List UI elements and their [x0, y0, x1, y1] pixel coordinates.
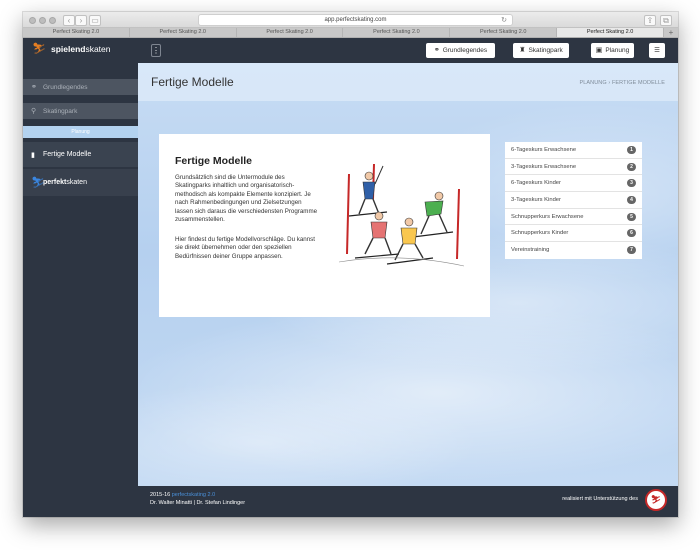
browser-tab[interactable]: Perfect Skating 2.0 [450, 28, 558, 37]
sidebar-item-label: Fertige Modelle [43, 151, 92, 158]
card-title: Fertige Modelle [175, 155, 253, 167]
figure-icon: ♜ [519, 47, 526, 54]
forward-icon[interactable]: › [75, 15, 87, 26]
nav-label: Grundlegendes [442, 47, 488, 54]
sidebar-item-grundlegendes[interactable]: ⚭ Grundlegendes [23, 79, 138, 95]
skater-blue-icon: ⛷ [31, 177, 45, 189]
list-item-label: 6-Tageskurs Kinder [511, 180, 561, 187]
url-bar[interactable]: app.perfectskating.com ↻ [198, 14, 513, 26]
sidebar-toggle-icon[interactable]: ▭ [89, 15, 101, 26]
card-paragraph: Hier findest du fertige Modellvorschläge… [175, 236, 315, 260]
sidebar-item-planung[interactable]: Planung [23, 126, 138, 138]
main-content: Fertige Modelle PLANUNG › FERTIGE MODELL… [138, 63, 678, 486]
reload-icon[interactable]: ↻ [501, 15, 507, 26]
brand-logo[interactable]: ⛷ spielend skaten [23, 38, 138, 59]
sidebar-item-skatingpark[interactable]: ⚲ Skatingpark [23, 103, 138, 119]
minimize-window-icon[interactable] [39, 17, 46, 24]
share-icon[interactable]: ⇪ [644, 15, 656, 26]
footer: 2015-16 perfectskating 2.0 Dr. Walter Mi… [138, 486, 678, 517]
browser-tab-active[interactable]: Perfect Skating 2.0 [557, 28, 664, 37]
list-item[interactable]: Vereinstraining 7 [505, 242, 642, 259]
tab-bar: Perfect Skating 2.0 Perfect Skating 2.0 … [23, 28, 678, 38]
browser-tab[interactable]: Perfect Skating 2.0 [23, 28, 130, 37]
back-icon[interactable]: ‹ [63, 15, 75, 26]
count-badge: 3 [627, 179, 636, 188]
sidebar: ⛷ spielend skaten ⚭ Grundlegendes ⚲ Skati… [23, 38, 138, 517]
card-paragraph: Grundsätzlich sind die Untermodule des S… [175, 174, 318, 224]
nav-planung-button[interactable]: ▣ Planung [591, 43, 634, 58]
perfekt-rest: skaten [66, 179, 87, 186]
count-badge: 5 [627, 212, 636, 221]
top-navbar: ⋮ ⚭ Grundlegendes ♜ Skatingpark ▣ Planung ☰ [138, 38, 678, 63]
footer-year: 2015-16 [150, 492, 171, 498]
count-badge: 2 [627, 162, 636, 171]
nav-label: Skatingpark [528, 47, 563, 54]
brand-bold: spielend [50, 43, 86, 54]
book-icon: ▮ [31, 151, 35, 159]
sidebar-item-label: Skatingpark [43, 107, 78, 115]
skater-logo-icon: ⛷ [32, 43, 46, 55]
maximize-window-icon[interactable] [49, 17, 56, 24]
count-badge: 1 [627, 146, 636, 154]
count-badge: 7 [627, 246, 636, 255]
skaters-illustration [338, 163, 465, 267]
list-item-label: 3-Tageskurs Erwachsene [511, 163, 577, 170]
footer-copyright: 2015-16 perfectskating 2.0 [150, 492, 215, 498]
list-item[interactable]: Schnupperkurs Kinder 6 [505, 225, 642, 243]
browser-tab[interactable]: Perfect Skating 2.0 [343, 28, 451, 37]
browser-tab[interactable]: Perfect Skating 2.0 [237, 28, 344, 37]
brand-rest: skaten [85, 43, 111, 54]
count-badge: 4 [627, 196, 636, 205]
nav-grundlegendes-button[interactable]: ⚭ Grundlegendes [426, 43, 495, 58]
tabs-overview-icon[interactable]: ⧉ [660, 15, 672, 26]
sidebar-item-fertige-modelle[interactable]: ▮ Fertige Modelle [23, 142, 138, 167]
page-header: Fertige Modelle PLANUNG › FERTIGE MODELL… [138, 63, 678, 101]
breadcrumb-item-planung[interactable]: PLANUNG [579, 80, 606, 86]
footer-brand-link[interactable]: perfectskating 2.0 [172, 492, 215, 498]
sidebar-item-label: Grundlegendes [43, 83, 88, 91]
count-badge: 6 [627, 229, 636, 238]
browser-window: ‹ › ▭ app.perfectskating.com ↻ ⇪ ⧉ Perfe… [23, 12, 678, 517]
models-list: 6-Tageskurs Erwachsene 1 3-Tageskurs Erwa… [505, 142, 642, 259]
breadcrumb-item-current: FERTIGE MODELLE [611, 80, 665, 86]
new-tab-icon[interactable]: + [664, 28, 678, 37]
list-menu-icon[interactable]: ☰ [649, 43, 665, 58]
list-item-label: Schnupperkurs Erwachsene [511, 213, 584, 220]
nav-skatingpark-button[interactable]: ♜ Skatingpark [513, 43, 569, 58]
list-item[interactable]: Schnupperkurs Erwachsene 5 [505, 209, 642, 226]
info-card: Fertige Modelle Grundsätzlich sind die U… [159, 134, 490, 317]
perfekt-bold: perfekt [43, 179, 67, 186]
browser-tab[interactable]: Perfect Skating 2.0 [130, 28, 237, 37]
page-title: Fertige Modelle [151, 75, 234, 89]
footer-authors: Dr. Walter Minatti | Dr. Stefan Lindinge… [150, 500, 246, 506]
breadcrumb: PLANUNG › FERTIGE MODELLE [579, 80, 665, 86]
list-item-label: Schnupperkurs Kinder [511, 230, 569, 237]
list-item-label: 3-Tageskurs Kinder [511, 197, 561, 204]
bicycle-icon: ⚭ [31, 84, 37, 91]
close-window-icon[interactable] [29, 17, 36, 24]
browser-titlebar: ‹ › ▭ app.perfectskating.com ↻ ⇪ ⧉ [23, 12, 678, 28]
nav-label: Planung [605, 47, 630, 54]
bicycle-icon: ⚭ [433, 47, 440, 54]
calendar-icon: ▣ [595, 47, 603, 54]
footer-support: realisiert mit Unterstützung des [562, 496, 638, 502]
more-menu-icon[interactable]: ⋮ [151, 44, 161, 57]
list-item[interactable]: 3-Tageskurs Kinder 4 [505, 192, 642, 209]
list-item[interactable]: 3-Tageskurs Erwachsene 2 [505, 159, 642, 176]
url-text: app.perfectskating.com [324, 17, 387, 23]
list-item[interactable]: 6-Tageskurs Kinder 3 [505, 175, 642, 193]
list-item-label: 6-Tageskurs Erwachsene [511, 147, 577, 153]
sidebar-item-perfektskaten[interactable]: ⛷ perfekt skaten [23, 169, 138, 196]
sponsor-logo-icon[interactable]: ⛷ [645, 489, 667, 511]
bench-icon: ⚲ [31, 108, 37, 115]
list-item-label: Vereinstraining [511, 247, 550, 254]
list-item[interactable]: 6-Tageskurs Erwachsene 1 [505, 142, 642, 159]
sidebar-item-label: Planung [71, 129, 90, 135]
